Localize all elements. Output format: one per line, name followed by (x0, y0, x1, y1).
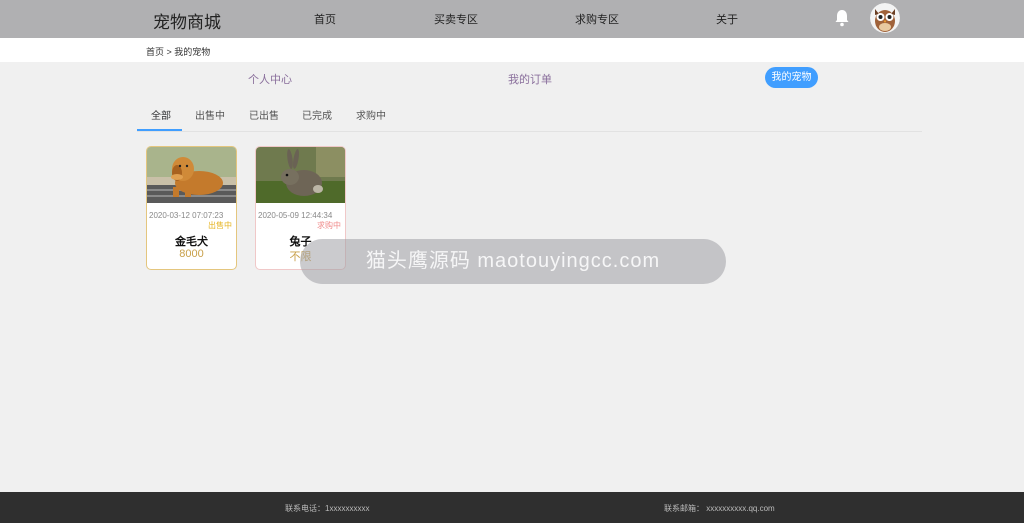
subnav-profile[interactable]: 个人中心 (248, 71, 292, 87)
user-avatar[interactable] (870, 3, 900, 33)
nav-wanted-zone[interactable]: 求购专区 (575, 11, 619, 27)
footer-email: 联系邮箱： xxxxxxxxxx.qq.com (664, 504, 775, 513)
subnav-my-pets[interactable]: 我的宠物 (765, 67, 818, 88)
footer: 联系电话：1xxxxxxxxxx 联系邮箱： xxxxxxxxxx.qq.com (0, 492, 1024, 523)
tab-on-sale[interactable]: 出售中 (195, 107, 225, 122)
nav-about[interactable]: 关于 (716, 11, 738, 27)
bell-icon[interactable] (834, 9, 850, 27)
status-badge: 求购中 (317, 221, 341, 230)
tab-completed[interactable]: 已完成 (302, 107, 332, 122)
card-title: 金毛犬 (175, 236, 208, 248)
breadcrumb-bar: 首页 > 我的宠物 (0, 38, 1024, 62)
watermark-toast: 猫头鹰源码 maotouyingcc.com (300, 239, 726, 284)
active-tab-indicator (137, 129, 182, 131)
tab-wanted[interactable]: 求购中 (356, 107, 386, 122)
nav-home[interactable]: 首页 (314, 11, 336, 27)
nav-trade-zone[interactable]: 买卖专区 (434, 11, 478, 27)
golden-retriever-photo (147, 147, 236, 203)
rabbit-photo (256, 147, 345, 203)
pet-card[interactable]: 2020-03-12 07:07:23 出售中 金毛犬 8000 (146, 146, 237, 270)
site-logo[interactable]: 宠物商城 (153, 8, 221, 33)
card-date: 2020-03-12 07:07:23 (149, 211, 224, 220)
status-badge: 出售中 (208, 221, 232, 230)
tab-sold[interactable]: 已出售 (249, 107, 279, 122)
card-date: 2020-05-09 12:44:34 (258, 211, 333, 220)
footer-phone: 联系电话：1xxxxxxxxxx (285, 504, 370, 513)
tab-all[interactable]: 全部 (151, 107, 171, 122)
subnav-orders[interactable]: 我的订单 (508, 71, 552, 87)
breadcrumb[interactable]: 首页 > 我的宠物 (146, 45, 210, 58)
card-price: 8000 (179, 248, 204, 260)
tabs-divider (137, 131, 922, 132)
top-navbar: 宠物商城 首页 买卖专区 求购专区 关于 (0, 0, 1024, 38)
